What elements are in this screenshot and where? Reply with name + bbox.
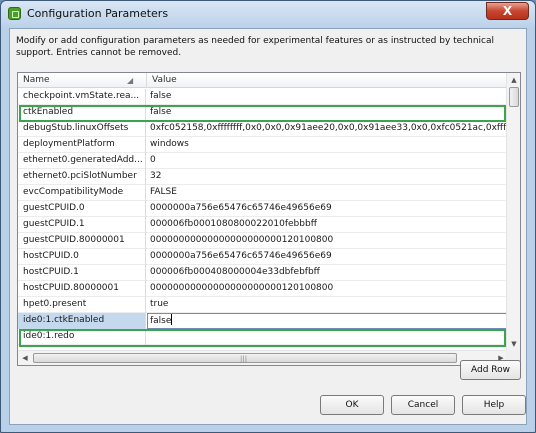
dialog-body: Modify or add configuration parameters a… [9,28,527,425]
param-value-cell[interactable]: 0xfc052158,0xffffffff,0x0,0x0,0x91aee20,… [147,121,507,137]
table-row[interactable]: guestCPUID.80000001 000000000000000000000… [18,233,507,249]
parameters-grid[interactable]: Name ◢ Value checkpoint.vmState.rea... fa… [17,72,521,366]
param-value-cell[interactable]: false [147,89,507,105]
param-name-cell[interactable]: hostCPUID.1 [18,265,146,281]
vertical-scrollbar[interactable]: ▲ ▼ [506,73,520,351]
grid-rows: checkpoint.vmState.rea... false ctkEnabled… [18,89,507,351]
table-row[interactable]: hostCPUID.0 0000000a756e65476c65746e49656… [18,249,507,265]
table-row[interactable]: checkpoint.vmState.rea... false [18,89,507,105]
table-row[interactable]: guestCPUID.1 000006fb0001080800022010febb… [18,217,507,233]
param-value-cell[interactable]: FALSE [147,185,507,201]
table-row[interactable]: ide0:1.redo [18,329,507,345]
param-name-cell[interactable]: hostCPUID.0 [18,249,146,265]
value-column-header[interactable]: Value [147,73,507,88]
param-name-cell[interactable]: ethernet0.pciSlotNumber [18,169,146,185]
param-name-cell[interactable]: hostCPUID.80000001 [18,281,146,297]
intro-text: Modify or add configuration parameters a… [16,36,495,58]
param-name-cell[interactable]: evcCompatibilityMode [18,185,146,201]
param-value-cell[interactable]: 0000000a756e65476c65746e49656e69 [147,201,507,217]
param-value-cell[interactable]: windows [147,137,507,153]
table-row[interactable]: ctkEnabled false [18,105,507,121]
ok-button[interactable]: OK [320,395,384,415]
param-name-cell[interactable]: hpet0.present [18,297,146,313]
param-value-cell[interactable]: 00000000000000000000000120100800 [147,281,507,297]
param-name-cell[interactable]: guestCPUID.80000001 [18,233,146,249]
table-row[interactable]: hpet0.present true [18,297,507,313]
grid-header: Name ◢ Value [18,73,520,88]
table-row[interactable]: evcCompatibilityMode FALSE [18,185,507,201]
param-name-cell[interactable]: guestCPUID.1 [18,217,146,233]
param-value-cell[interactable]: 0000000a756e65476c65746e49656e69 [147,249,507,265]
horizontal-scrollbar[interactable]: ◀ ||| ▶ [18,350,508,365]
param-value-input[interactable]: false [147,313,507,329]
close-button[interactable]: X [486,2,529,20]
param-name-cell[interactable]: checkpoint.vmState.rea... [18,89,146,105]
scroll-down-icon[interactable]: ▼ [507,337,520,351]
table-row[interactable]: hostCPUID.1 000006fb000408000004e33dbfebf… [18,265,507,281]
vertical-scroll-thumb[interactable] [509,87,519,107]
horizontal-scroll-thumb[interactable]: ||| [33,353,457,363]
cancel-button[interactable]: Cancel [391,395,455,415]
configuration-dialog: Configuration Parameters X Modify or add… [0,0,536,433]
param-name-cell[interactable]: ide0:1.redo [18,329,146,345]
param-name-cell[interactable]: deploymentPlatform [18,137,146,153]
table-row[interactable]: guestCPUID.0 0000000a756e65476c65746e4965… [18,201,507,217]
table-row[interactable]: debugStub.linuxOffsets 0xfc052158,0xfffff… [18,121,507,137]
scroll-left-icon[interactable]: ◀ [18,351,32,365]
param-value-cell[interactable]: 0 [147,153,507,169]
sort-icon[interactable]: ◢ [127,76,133,85]
table-row[interactable]: hostCPUID.80000001 0000000000000000000000… [18,281,507,297]
param-value-cell[interactable]: false [147,105,507,121]
text-caret [171,314,173,325]
param-name-cell[interactable]: ide0:1.ctkEnabled [18,313,146,329]
param-value-cell[interactable]: 000006fb000408000004e33dbfebfbff [147,265,507,281]
scroll-up-icon[interactable]: ▲ [507,73,520,87]
help-button[interactable]: Help [462,395,526,415]
table-row[interactable]: ethernet0.pciSlotNumber 32 [18,169,507,185]
param-value-cell[interactable]: 000006fb0001080800022010febbbff [147,217,507,233]
param-name-cell[interactable]: guestCPUID.0 [18,201,146,217]
table-row[interactable]: ide0:1.ctkEnabled false [18,313,507,329]
param-name-cell[interactable]: ctkEnabled [18,105,146,121]
table-row[interactable]: deploymentPlatform windows [18,137,507,153]
table-row[interactable]: ethernet0.generatedAdd... 0 [18,153,507,169]
param-name-cell[interactable]: ethernet0.generatedAdd... [18,153,146,169]
window-title: Configuration Parameters [27,7,169,20]
grip-icon: ||| [240,355,248,363]
param-value-cell[interactable]: true [147,297,507,313]
title-bar: Configuration Parameters X [1,1,535,27]
param-value-cell[interactable] [147,329,507,345]
param-name-cell[interactable]: debugStub.linuxOffsets [18,121,146,137]
param-value-cell[interactable]: 32 [147,169,507,185]
app-icon [8,7,21,20]
param-value-cell[interactable]: 00000000000000000000000120100800 [147,233,507,249]
add-row-button[interactable]: Add Row [460,360,521,380]
